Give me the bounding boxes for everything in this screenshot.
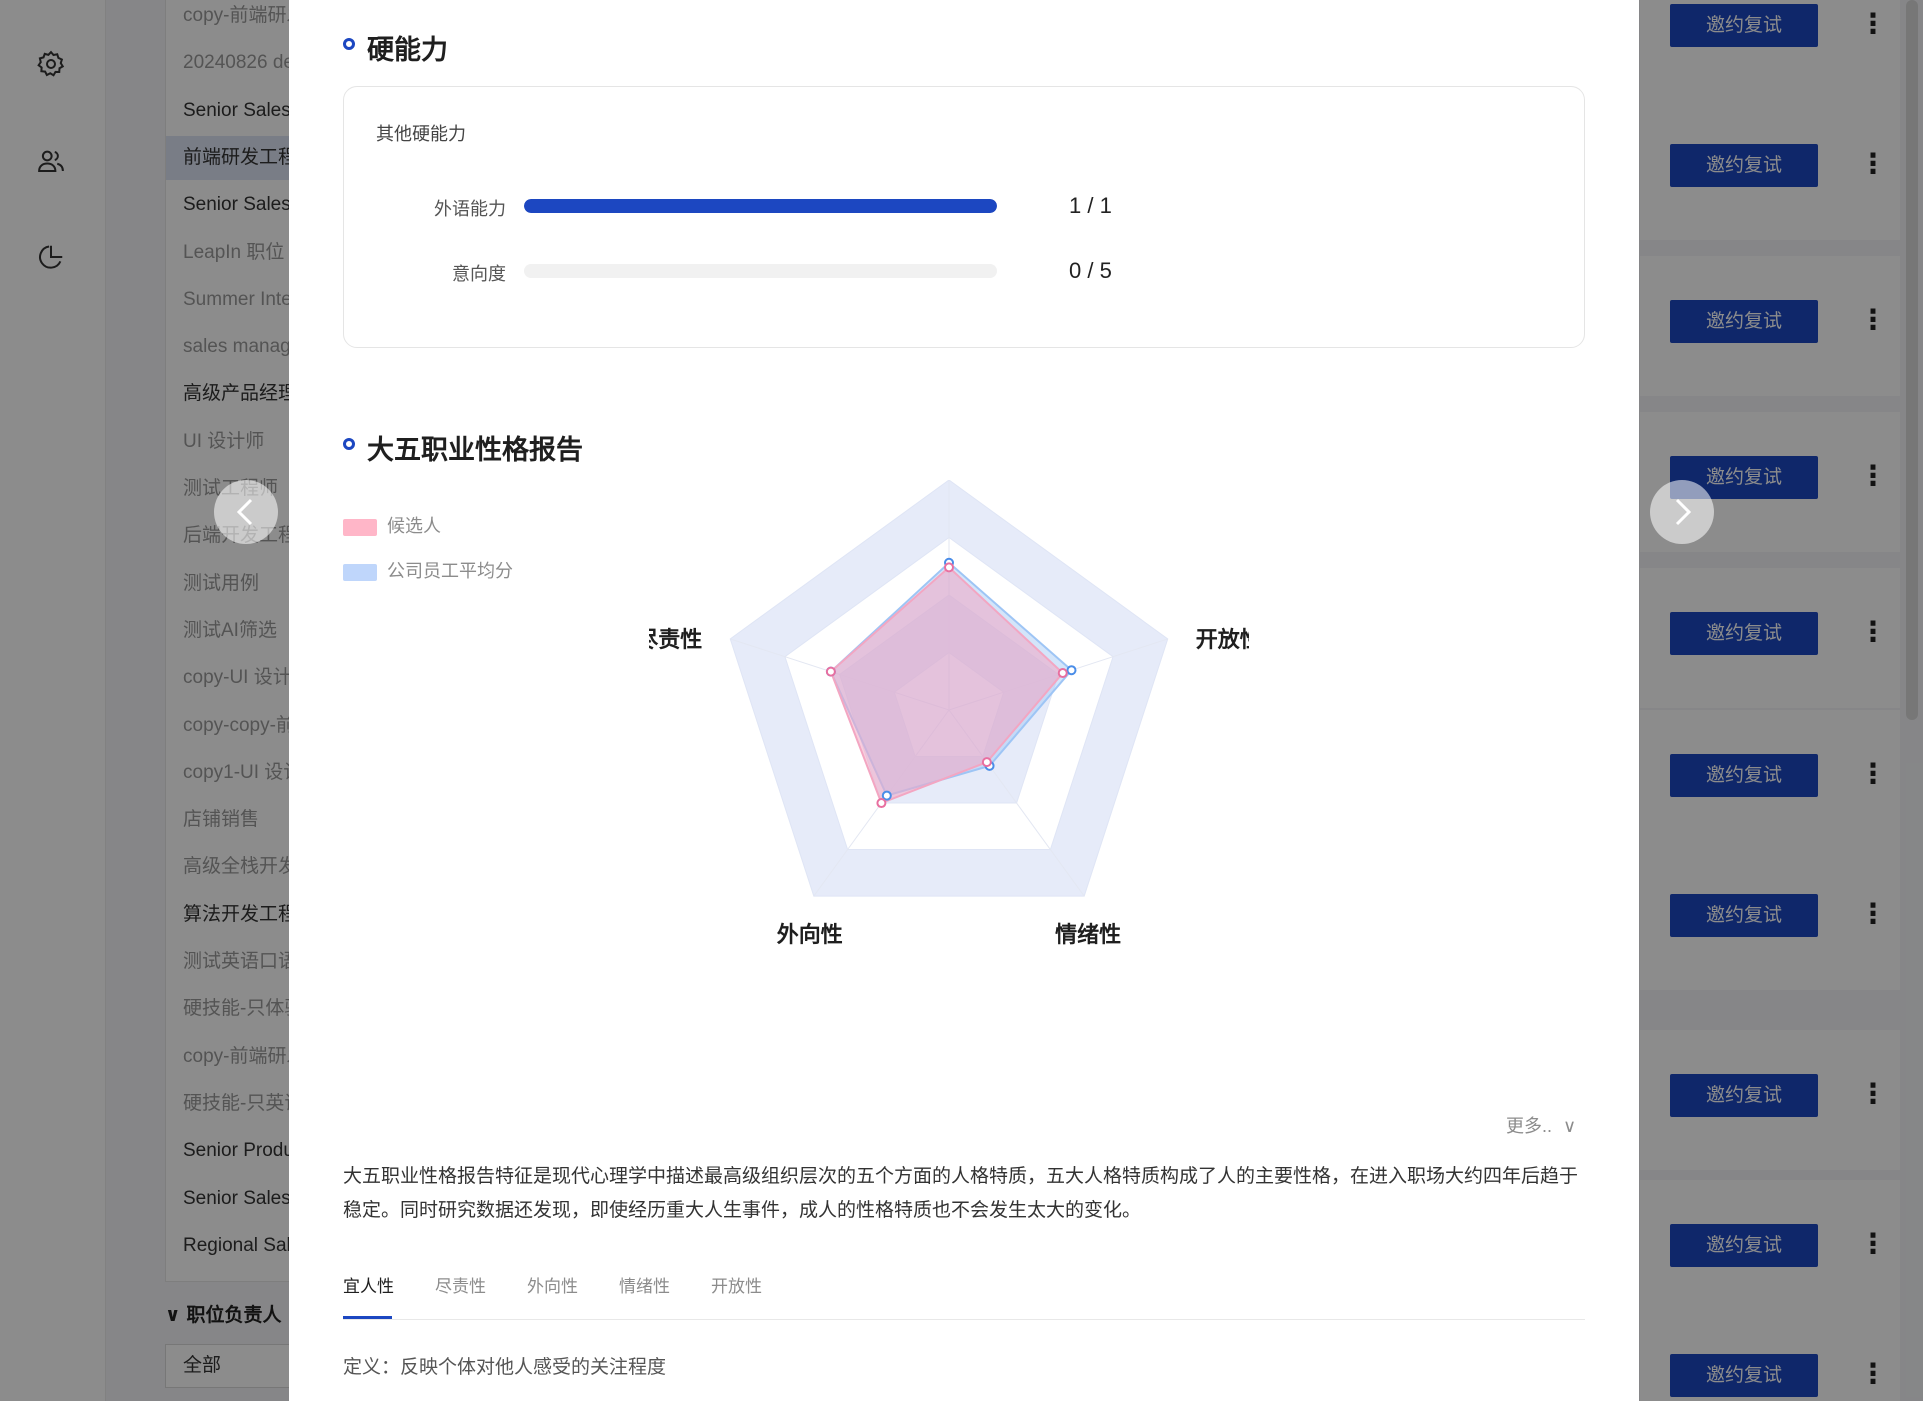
skill-label: 意向度	[452, 264, 506, 284]
skill-score: 1 / 1	[1069, 193, 1112, 218]
radar-point[interactable]	[981, 757, 992, 768]
more-label: 更多..	[1506, 1116, 1553, 1136]
next-arrow-button[interactable]	[1650, 480, 1714, 544]
big-five-description: 大五职业性格报告特征是现代心理学中描述最高级组织层次的五个方面的人格特质，五大人…	[343, 1166, 1579, 1221]
hard-skills-subtitle: 其他硬能力	[376, 124, 466, 144]
section-bullet	[343, 38, 355, 50]
skill-progress-bar	[524, 264, 997, 278]
radar-point[interactable]	[1066, 665, 1077, 676]
more-toggle[interactable]: 更多.. ∨	[1506, 1112, 1576, 1138]
radar-point[interactable]	[825, 666, 836, 677]
tab-agreeableness[interactable]: 宜人性	[343, 1272, 394, 1297]
legend-candidate[interactable]: 候选人	[343, 514, 441, 538]
section-bullet	[343, 438, 355, 450]
radar-axis-label: 情绪性	[1055, 922, 1121, 947]
skill-progress-fill	[524, 199, 997, 213]
chevron-right-icon	[1675, 498, 1692, 526]
skill-progress-bar	[524, 199, 997, 213]
previous-arrow-button[interactable]	[214, 480, 278, 544]
skill-score: 0 / 5	[1069, 258, 1112, 283]
skill-label: 外语能力	[434, 199, 506, 219]
radar-point[interactable]	[944, 562, 954, 573]
tab-openness[interactable]: 开放性	[711, 1272, 762, 1297]
trait-definition: 定义：反映个体对他人感受的关注程度	[343, 1357, 667, 1378]
radar-point[interactable]	[876, 798, 887, 809]
radar-axis-label: 尽责性	[649, 627, 702, 652]
legend-swatch	[343, 563, 377, 581]
legend-company-average[interactable]: 公司员工平均分	[343, 559, 513, 583]
trait-tabs: 宜人性 尽责性 外向性 情绪性 开放性	[343, 1272, 1585, 1320]
chevron-left-icon	[236, 498, 253, 526]
tab-emotionality[interactable]: 情绪性	[619, 1272, 670, 1297]
chevron-down-icon: ∨	[1563, 1116, 1577, 1136]
hard-skills-card: 其他硬能力 外语能力 1 / 1 意向度 0 / 5	[343, 86, 1585, 348]
radar-axis-label: 外向性	[777, 922, 843, 947]
legend-label: 公司员工平均分	[387, 561, 513, 581]
big-five-title: 大五职业性格报告	[367, 435, 583, 465]
legend-label: 候选人	[387, 516, 441, 536]
legend-swatch	[343, 518, 377, 536]
radar-point[interactable]	[1057, 668, 1068, 679]
active-tab-indicator	[343, 1316, 392, 1319]
radar-point[interactable]	[881, 790, 892, 801]
tab-conscientiousness[interactable]: 尽责性	[435, 1272, 486, 1297]
tab-extraversion[interactable]: 外向性	[527, 1272, 578, 1297]
report-modal: 硬能力 其他硬能力 外语能力 1 / 1 意向度 0 / 5 大五职业性格报告 …	[289, 0, 1639, 1401]
radar-axis-label: 开放性	[1196, 627, 1249, 652]
big-five-radar-chart: 宜人性开放性情绪性外向性尽责性	[649, 480, 1249, 947]
hard-skills-title: 硬能力	[367, 35, 448, 65]
